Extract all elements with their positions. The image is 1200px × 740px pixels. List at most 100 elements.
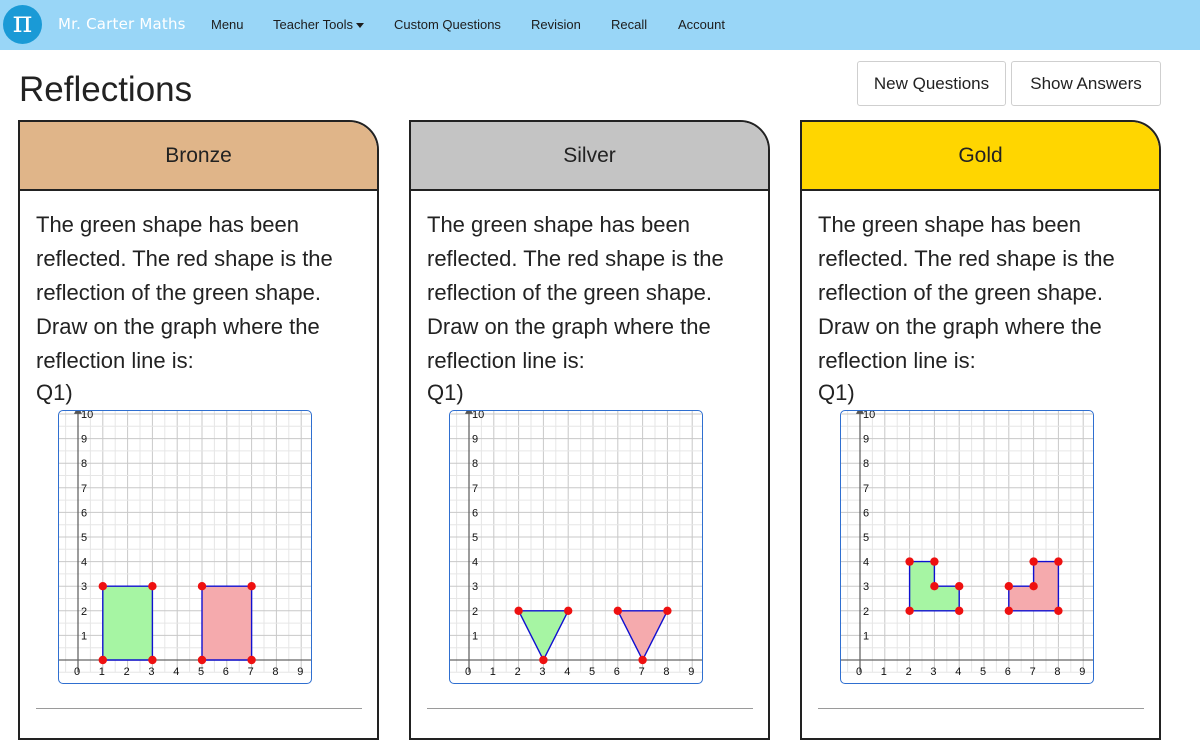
y-tick-label: 2: [863, 606, 869, 618]
y-tick-label: 9: [863, 434, 869, 446]
green-shape: [102, 585, 154, 661]
nav-custom-questions[interactable]: Custom Questions: [394, 17, 501, 32]
x-tick-label: 5: [980, 666, 986, 678]
y-tick-label: 9: [472, 434, 478, 446]
level-title: Gold: [958, 143, 1003, 167]
instruction-text: The green shape has been reflected. The …: [427, 212, 724, 373]
instruction-text: The green shape has been reflected. The …: [36, 212, 333, 373]
vertex-point: [930, 557, 939, 566]
vertex-point: [514, 606, 523, 615]
x-tick-label: 5: [198, 666, 204, 678]
nav-menu[interactable]: Menu: [211, 17, 244, 32]
y-tick-label: 4: [472, 557, 478, 569]
coordinate-grid[interactable]: −1012345678912345678910: [59, 411, 311, 683]
vertex-point: [539, 655, 548, 665]
vertex-point: [1054, 557, 1063, 566]
answer-line: [818, 708, 1144, 709]
grid-lines: [59, 411, 311, 673]
logo-glyph: π: [12, 5, 33, 40]
y-tick-label: 1: [81, 630, 87, 642]
nav-revision[interactable]: Revision: [531, 17, 581, 32]
level-title: Silver: [563, 143, 616, 167]
show-answers-button[interactable]: Show Answers: [1011, 61, 1161, 106]
level-title: Bronze: [165, 143, 232, 167]
x-tick-label: 3: [148, 666, 154, 678]
vertex-point: [148, 655, 157, 665]
card-header-bronze: Bronze: [20, 122, 377, 191]
x-tick-label: 0: [465, 666, 471, 678]
new-questions-button[interactable]: New Questions: [857, 61, 1006, 106]
card-header-gold: Gold: [802, 122, 1159, 191]
x-tick-label: 6: [614, 666, 620, 678]
vertex-point: [930, 582, 939, 591]
vertex-point: [1004, 606, 1013, 615]
x-tick-label: 9: [1079, 666, 1085, 678]
vertex-point: [197, 582, 207, 591]
x-tick-label: 1: [490, 666, 496, 678]
x-tick-label: 1: [881, 666, 887, 678]
vertex-point: [1029, 557, 1038, 566]
red-shape: [201, 585, 253, 661]
x-tick-label: 2: [515, 666, 521, 678]
vertex-point: [247, 582, 256, 591]
vertex-point: [1054, 606, 1063, 615]
answer-line: [427, 708, 753, 709]
vertex-point: [98, 582, 107, 591]
x-tick-label: 9: [297, 666, 303, 678]
y-tick-label: 1: [863, 630, 869, 642]
x-tick-label: 2: [124, 666, 130, 678]
brand-name[interactable]: Mr. Carter Maths: [58, 15, 186, 33]
coordinate-grid[interactable]: −1012345678912345678910: [841, 411, 1093, 683]
vertex-point: [905, 557, 914, 566]
x-tick-label: 2: [906, 666, 912, 678]
nav-revision-label: Revision: [531, 17, 581, 32]
vertex-point: [613, 606, 622, 615]
x-tick-label: 8: [272, 666, 278, 678]
card-bronze: Bronze The green shape has been reflecte…: [18, 120, 379, 740]
coordinate-grid[interactable]: −1012345678912345678910: [450, 411, 702, 683]
vertex-point: [905, 606, 914, 615]
vertex-point: [148, 582, 157, 591]
y-tick-label: 7: [81, 483, 87, 495]
x-tick-label: 0: [74, 666, 80, 678]
graph-bronze[interactable]: −1012345678912345678910: [58, 410, 312, 684]
x-tick-label: 5: [589, 666, 595, 678]
question-number: Q1): [427, 380, 464, 405]
nav-account[interactable]: Account: [678, 17, 725, 32]
answer-line: [36, 708, 362, 709]
vertex-point: [955, 582, 964, 591]
nav-recall[interactable]: Recall: [611, 17, 647, 32]
y-tick-label: 8: [863, 458, 869, 470]
nav-custom-questions-label: Custom Questions: [394, 17, 501, 32]
y-tick-label: 10: [863, 411, 875, 421]
y-tick-label: 7: [472, 483, 478, 495]
pi-logo-icon[interactable]: π: [3, 5, 42, 44]
y-tick-label: 6: [472, 507, 478, 519]
card-silver: Silver The green shape has been reflecte…: [409, 120, 770, 740]
vertex-point: [247, 655, 256, 665]
y-tick-label: 5: [81, 532, 87, 544]
y-tick-label: 5: [863, 532, 869, 544]
x-tick-label: 1: [99, 666, 105, 678]
instruction-text: The green shape has been reflected. The …: [818, 212, 1115, 373]
graph-gold[interactable]: −1012345678912345678910: [840, 410, 1094, 684]
card-gold: Gold The green shape has been reflected.…: [800, 120, 1161, 740]
page-title: Reflections: [19, 70, 193, 109]
nav-account-label: Account: [678, 17, 725, 32]
nav-teacher-tools[interactable]: Teacher Tools: [273, 17, 364, 32]
grid-lines: [841, 411, 1093, 673]
x-tick-label: 3: [539, 666, 545, 678]
nav-teacher-tools-label: Teacher Tools: [273, 17, 353, 32]
y-tick-label: 5: [472, 532, 478, 544]
x-tick-label: 9: [688, 666, 694, 678]
card-header-silver: Silver: [411, 122, 768, 191]
vertex-point: [197, 655, 207, 665]
y-tick-label: 4: [863, 557, 869, 569]
top-navbar: π Mr. Carter Maths Menu Teacher Tools Cu…: [0, 0, 1200, 50]
vertex-point: [98, 655, 107, 665]
y-tick-label: 8: [81, 458, 87, 470]
graph-silver[interactable]: −1012345678912345678910: [449, 410, 703, 684]
vertex-point: [955, 606, 964, 615]
y-tick-label: 4: [81, 557, 87, 569]
vertex-point: [1004, 582, 1013, 591]
